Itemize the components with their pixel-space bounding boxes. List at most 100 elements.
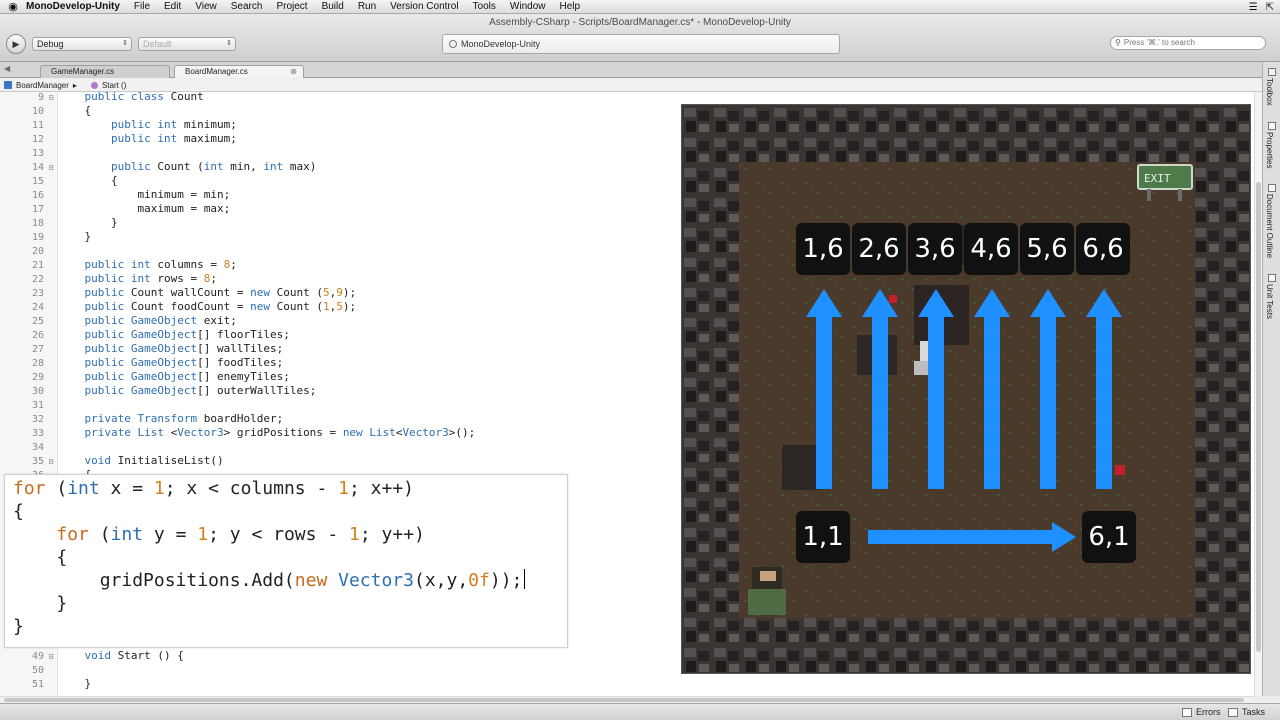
menu-tools[interactable]: Tools <box>473 1 496 12</box>
tab-boardmanager[interactable]: BoardManager.cs ⊗ <box>174 65 304 78</box>
platform-select[interactable]: Default ⇕ <box>138 37 236 51</box>
code-line[interactable]: 10 { <box>0 104 680 118</box>
run-button[interactable]: ▶ <box>6 34 26 54</box>
code-line[interactable]: 9 ⊟ public class Count <box>0 92 680 104</box>
grid-label-top: 3,6 <box>908 223 962 275</box>
code-line[interactable]: 24 public Count foodCount = new Count (1… <box>0 300 680 314</box>
line-number: 30 <box>31 386 44 397</box>
code-line[interactable]: 28 public GameObject[] foodTiles; <box>0 356 680 370</box>
code-text: void Start () { <box>84 649 184 662</box>
player-sprite <box>760 571 776 581</box>
tasks-pad-button[interactable]: Tasks <box>1228 707 1265 717</box>
code-text: private List <Vector3> gridPositions = n… <box>84 426 476 439</box>
scroll-thumb[interactable] <box>1256 182 1261 652</box>
breadcrumb-class[interactable]: BoardManager <box>16 81 69 90</box>
food-sprite <box>1115 465 1125 475</box>
code-line[interactable]: 51 } <box>0 677 680 691</box>
app-menu[interactable]: MonoDevelop-Unity <box>26 1 120 12</box>
unit-tests-icon <box>1268 274 1276 282</box>
code-line[interactable]: 32 private Transform boardHolder; <box>0 412 680 426</box>
arrow-up-shaft <box>1096 315 1112 489</box>
fold-toggle-icon[interactable]: ⊟ <box>44 161 58 175</box>
food-sprite <box>889 295 897 303</box>
menu-build[interactable]: Build <box>322 1 344 12</box>
vertical-scrollbar[interactable] <box>1254 92 1262 696</box>
errors-pad-button[interactable]: Errors <box>1182 707 1221 717</box>
code-line[interactable]: 14 ⊟ public Count (int min, int max) <box>0 160 680 174</box>
scroll-thumb[interactable] <box>4 698 1244 702</box>
chevron-updown-icon: ⇕ <box>226 40 232 47</box>
fold-toggle-icon[interactable]: ⊟ <box>44 455 58 469</box>
menu-run[interactable]: Run <box>358 1 376 12</box>
code-line[interactable]: 20 <box>0 244 680 258</box>
menu-help[interactable]: Help <box>559 1 580 12</box>
code-line[interactable]: 30 public GameObject[] outerWallTiles; <box>0 384 680 398</box>
menu-file[interactable]: File <box>134 1 150 12</box>
dock-document-outline[interactable]: Document Outline <box>1265 194 1274 258</box>
tab-gamemanager[interactable]: GameManager.cs <box>40 65 170 78</box>
status-bar: Errors Tasks <box>0 703 1280 720</box>
code-line[interactable]: 33 private List <Vector3> gridPositions … <box>0 426 680 440</box>
code-text: void InitialiseList() <box>84 454 224 467</box>
code-line[interactable]: 21 public int columns = 8; <box>0 258 680 272</box>
line-number: 32 <box>31 414 44 425</box>
menu-extras: ☰ ⇱ <box>1249 0 1274 14</box>
search-input[interactable]: ⚲ Press '⌘.' to search <box>1110 36 1266 50</box>
dock-toolbox[interactable]: Toolbox <box>1265 78 1274 106</box>
document-tabs: ◀ GameManager.cs BoardManager.cs ⊗ <box>0 62 1262 78</box>
line-number: 33 <box>31 428 44 439</box>
apple-icon[interactable]: ◉ <box>0 0 26 13</box>
menu-window[interactable]: Window <box>510 1 546 12</box>
code-line[interactable]: 16 minimum = min; <box>0 188 680 202</box>
dock-properties[interactable]: Properties <box>1265 132 1274 168</box>
line-number: 23 <box>31 288 44 299</box>
code-line[interactable]: 35 ⊟ void InitialiseList() <box>0 454 680 468</box>
code-line[interactable]: 25 public GameObject exit; <box>0 314 680 328</box>
properties-icon <box>1268 122 1276 130</box>
code-line[interactable]: 50 <box>0 663 680 677</box>
fold-toggle-icon[interactable]: ⊟ <box>44 650 58 664</box>
menu-search[interactable]: Search <box>231 1 263 12</box>
menu-version-control[interactable]: Version Control <box>390 1 458 12</box>
menu-view[interactable]: View <box>195 1 217 12</box>
player-sprite <box>748 589 786 615</box>
code-line[interactable]: 12 public int maximum; <box>0 132 680 146</box>
line-number: 26 <box>31 330 44 341</box>
code-text: maximum = max; <box>58 202 231 215</box>
code-line[interactable]: 18 } <box>0 216 680 230</box>
code-line[interactable]: 17 maximum = max; <box>0 202 680 216</box>
tab-nav-icon[interactable]: ◀ <box>4 64 10 73</box>
code-line[interactable]: 22 public int rows = 8; <box>0 272 680 286</box>
code-text: public GameObject[] floorTiles; <box>84 328 290 341</box>
line-number: 24 <box>31 302 44 313</box>
code-line[interactable]: 15 { <box>0 174 680 188</box>
list-icon[interactable]: ☰ <box>1249 2 1258 13</box>
code-line[interactable]: 13 <box>0 146 680 160</box>
fullscreen-icon[interactable]: ⇱ <box>1266 2 1274 13</box>
tab-label: GameManager.cs <box>51 67 115 76</box>
line-number: 51 <box>31 679 44 690</box>
menu-edit[interactable]: Edit <box>164 1 181 12</box>
code-line[interactable]: 19 } <box>0 230 680 244</box>
close-icon[interactable]: ⊗ <box>290 66 297 78</box>
code-line[interactable]: 29 public GameObject[] enemyTiles; <box>0 370 680 384</box>
code-line[interactable]: 27 public GameObject[] wallTiles; <box>0 342 680 356</box>
code-line[interactable]: 26 public GameObject[] floorTiles; <box>0 328 680 342</box>
code-line[interactable]: 34 <box>0 440 680 454</box>
code-line[interactable]: 31 <box>0 398 680 412</box>
line-number: 34 <box>31 442 44 453</box>
line-number: 25 <box>31 316 44 327</box>
exit-sign-post <box>1178 189 1182 201</box>
arrow-up-shaft <box>984 315 1000 489</box>
line-number: 13 <box>31 148 44 159</box>
horizontal-scrollbar[interactable] <box>0 696 1254 703</box>
code-line[interactable]: 49 ⊟ void Start () { <box>0 649 680 663</box>
menu-project[interactable]: Project <box>276 1 307 12</box>
code-line[interactable]: 11 public int minimum; <box>0 118 680 132</box>
breadcrumb-method[interactable]: Start () <box>102 81 126 90</box>
code-line[interactable]: 23 public Count wallCount = new Count (5… <box>0 286 680 300</box>
line-number: 27 <box>31 344 44 355</box>
code-text: } <box>58 677 92 690</box>
dock-unit-tests[interactable]: Unit Tests <box>1265 284 1274 319</box>
configuration-select[interactable]: Debug ⇕ <box>32 37 132 51</box>
